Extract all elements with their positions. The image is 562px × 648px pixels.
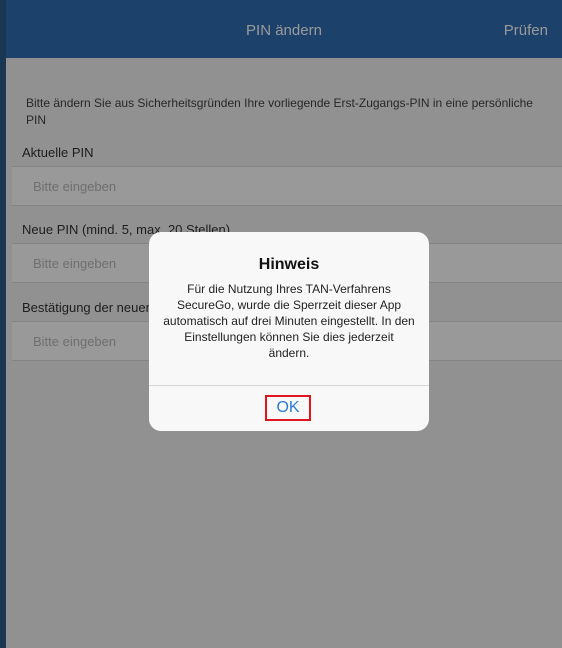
alert-dialog: Hinweis Für die Nutzung Ihres TAN-Verfah… bbox=[149, 232, 429, 431]
dialog-message: Für die Nutzung Ihres TAN-Verfahrens Sec… bbox=[163, 282, 415, 360]
ok-button[interactable]: OK bbox=[265, 395, 311, 421]
dialog-title: Hinweis bbox=[258, 256, 320, 273]
app-screen: PIN ändern Prüfen Bitte ändern Sie aus S… bbox=[0, 0, 562, 648]
dialog-divider bbox=[149, 385, 429, 386]
